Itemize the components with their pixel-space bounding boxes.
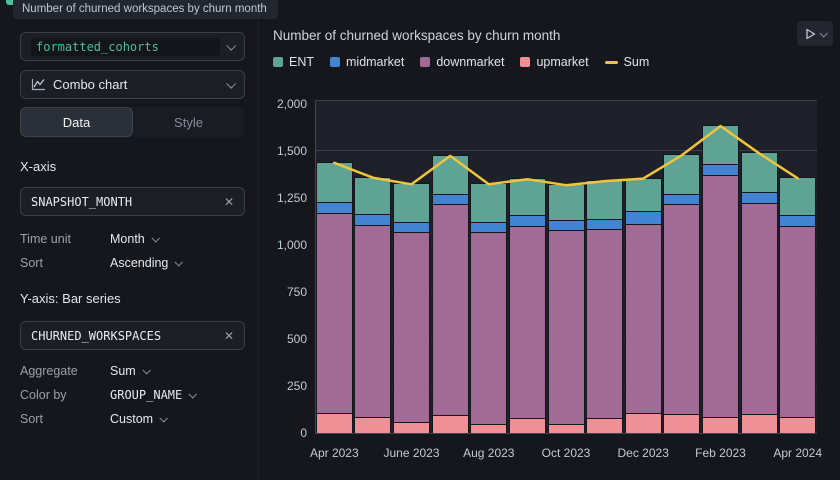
x-axis-field[interactable]: SNAPSHOT_MONTH ✕ xyxy=(20,187,245,216)
chevron-down-icon xyxy=(226,41,236,51)
chevron-down-icon xyxy=(175,258,183,266)
sum-line xyxy=(315,100,817,433)
tab-style[interactable]: Style xyxy=(133,107,244,137)
prop-row-time-unit: Time unitMonth xyxy=(20,231,248,247)
prop-value-dropdown[interactable]: Ascending xyxy=(110,256,181,270)
legend-swatch xyxy=(330,57,340,67)
y-axis-field[interactable]: CHURNED_WORKSPACES ✕ xyxy=(20,321,245,350)
chevron-down-icon xyxy=(142,366,150,374)
legend-swatch xyxy=(420,57,430,67)
legend-item-downmarket[interactable]: downmarket xyxy=(420,55,504,69)
combo-chart-icon xyxy=(31,78,46,91)
prop-row-sort: SortAscending xyxy=(20,255,248,271)
prop-label: Sort xyxy=(20,256,110,270)
y-tick-label: 1,000 xyxy=(247,238,307,252)
source-table-value: formatted_cohorts xyxy=(31,38,220,56)
play-icon xyxy=(805,28,816,40)
prop-label: Aggregate xyxy=(20,364,110,378)
chart-type-value: Combo chart xyxy=(53,77,220,92)
x-tick-label: Apr 2024 xyxy=(753,446,840,460)
cell-title-tab[interactable]: Number of churned workspaces by churn mo… xyxy=(13,0,278,19)
y-tick-label: 2,000 xyxy=(247,97,307,111)
source-table-select[interactable]: formatted_cohorts xyxy=(20,32,245,61)
chart-legend: ENT midmarket downmarket upmarket Sum xyxy=(273,55,649,69)
legend-item-upmarket[interactable]: upmarket xyxy=(520,55,588,69)
chart-title: Number of churned workspaces by churn mo… xyxy=(273,28,560,43)
legend-item-midmarket[interactable]: midmarket xyxy=(330,55,404,69)
legend-label: upmarket xyxy=(536,55,588,69)
chart-type-select[interactable]: Combo chart xyxy=(20,70,245,99)
prop-row-aggregate: AggregateSum xyxy=(20,363,248,379)
prop-value-dropdown[interactable]: Sum xyxy=(110,364,149,378)
legend-swatch xyxy=(605,61,618,64)
y-tick-label: 250 xyxy=(247,379,307,393)
prop-value-dropdown[interactable]: Month xyxy=(110,232,158,246)
prop-label: Color by xyxy=(20,388,110,402)
data-style-tabbar: DataStyle xyxy=(20,107,244,137)
x-axis-field-value: SNAPSHOT_MONTH xyxy=(31,195,217,209)
prop-value-dropdown[interactable]: Custom xyxy=(110,412,166,426)
chevron-down-icon xyxy=(160,414,168,422)
tab-data[interactable]: Data xyxy=(20,107,133,137)
legend-swatch xyxy=(520,57,530,67)
legend-label: ENT xyxy=(289,55,314,69)
chevron-down-icon xyxy=(226,79,236,89)
legend-swatch xyxy=(273,57,283,67)
y-tick-label: 1,500 xyxy=(247,144,307,158)
clear-field-icon[interactable]: ✕ xyxy=(224,195,234,209)
clear-field-icon[interactable]: ✕ xyxy=(224,329,234,343)
y-tick-label: 500 xyxy=(247,332,307,346)
legend-item-ent[interactable]: ENT xyxy=(273,55,314,69)
plot-area: Apr 2023June 2023Aug 2023Oct 2023Dec 202… xyxy=(315,100,817,433)
legend-label: downmarket xyxy=(436,55,504,69)
prop-row-sort: SortCustom xyxy=(20,411,248,427)
chevron-down-icon xyxy=(819,29,827,37)
y-tick-label: 0 xyxy=(247,426,307,440)
prop-value-dropdown[interactable]: GROUP_NAME xyxy=(110,388,195,402)
legend-label: midmarket xyxy=(346,55,404,69)
prop-row-color-by: Color byGROUP_NAME xyxy=(20,387,248,403)
x-axis-heading: X-axis xyxy=(20,159,56,174)
chevron-down-icon xyxy=(189,390,197,398)
legend-label: Sum xyxy=(624,55,650,69)
run-button[interactable] xyxy=(797,21,833,46)
y-axis-field-value: CHURNED_WORKSPACES xyxy=(31,329,217,343)
y-tick-label: 750 xyxy=(247,285,307,299)
chevron-down-icon xyxy=(151,234,159,242)
x-axis-line xyxy=(315,433,817,434)
y-tick-label: 1,250 xyxy=(247,191,307,205)
prop-label: Sort xyxy=(20,412,110,426)
y-axis-heading: Y-axis: Bar series xyxy=(20,291,121,306)
prop-label: Time unit xyxy=(20,232,110,246)
legend-item-sum[interactable]: Sum xyxy=(605,55,650,69)
y-axis-line xyxy=(315,100,316,433)
